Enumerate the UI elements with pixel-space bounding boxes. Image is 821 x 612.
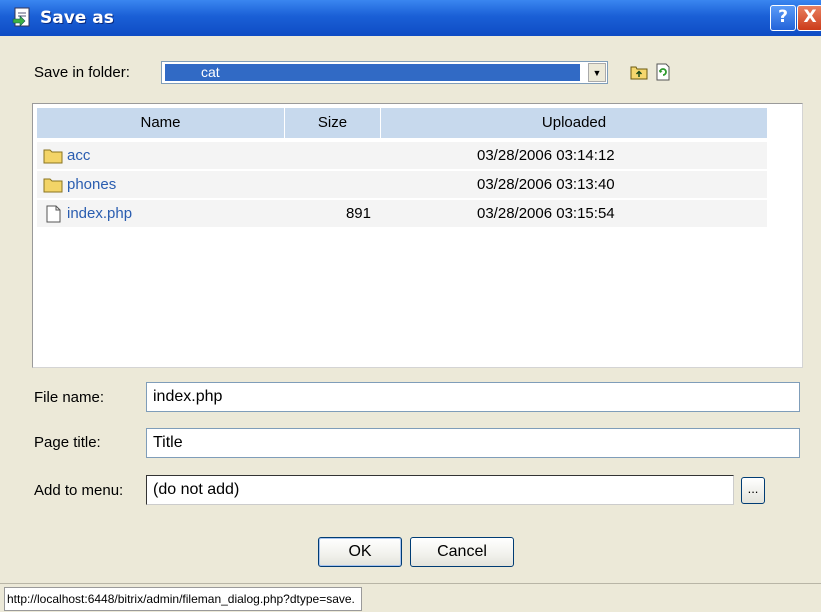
folder-icon bbox=[43, 178, 63, 193]
table-row[interactable]: acc 03/28/2006 03:14:12 bbox=[37, 142, 767, 170]
column-header-uploaded[interactable]: Uploaded bbox=[381, 108, 767, 138]
table-row[interactable]: index.php 891 03/28/2006 03:15:54 bbox=[37, 200, 767, 228]
chevron-down-icon[interactable]: ▼ bbox=[588, 63, 606, 82]
file-icon bbox=[46, 205, 61, 223]
list-header: Name Size Uploaded bbox=[37, 108, 767, 138]
cancel-button[interactable]: Cancel bbox=[410, 537, 514, 567]
file-size-cell bbox=[297, 171, 407, 199]
folder-up-icon[interactable] bbox=[630, 63, 648, 81]
table-row[interactable]: phones 03/28/2006 03:13:40 bbox=[37, 171, 767, 199]
close-button[interactable]: X bbox=[797, 5, 821, 31]
column-header-size[interactable]: Size bbox=[285, 108, 381, 138]
save-in-folder-label: Save in folder: bbox=[34, 64, 130, 81]
file-name-input[interactable]: index.php bbox=[146, 382, 800, 412]
add-to-menu-label: Add to menu: bbox=[34, 482, 124, 499]
file-name-cell[interactable]: index.php bbox=[67, 200, 132, 228]
page-title-label: Page title: bbox=[34, 434, 101, 451]
page-title-input[interactable]: Title bbox=[146, 428, 800, 458]
document-save-icon bbox=[12, 7, 30, 27]
column-header-name[interactable]: Name bbox=[37, 108, 285, 138]
ok-button[interactable]: OK bbox=[318, 537, 402, 567]
file-uploaded-cell: 03/28/2006 03:14:12 bbox=[477, 147, 615, 164]
status-url: http://localhost:6448/bitrix/admin/filem… bbox=[4, 587, 362, 611]
help-button[interactable]: ? bbox=[770, 5, 796, 31]
file-uploaded-cell: 03/28/2006 03:15:54 bbox=[477, 205, 615, 222]
file-uploaded-cell: 03/28/2006 03:13:40 bbox=[477, 176, 615, 193]
file-name-cell[interactable]: acc bbox=[67, 142, 90, 170]
save-as-dialog: Save as ? X Save in folder: cat ▼ Name S… bbox=[0, 0, 821, 612]
browse-menu-button[interactable]: ... bbox=[741, 477, 765, 504]
refresh-icon[interactable] bbox=[654, 63, 672, 81]
folder-select[interactable]: cat ▼ bbox=[161, 61, 608, 84]
add-to-menu-input[interactable]: (do not add) bbox=[146, 475, 734, 505]
dialog-title: Save as bbox=[40, 8, 114, 28]
folder-icon bbox=[43, 149, 63, 164]
file-list[interactable]: Name Size Uploaded acc 03/28/2006 03:14:… bbox=[32, 103, 803, 368]
file-name-label: File name: bbox=[34, 389, 105, 406]
file-name-cell[interactable]: phones bbox=[67, 171, 116, 199]
file-size-cell bbox=[297, 142, 407, 170]
selected-folder-value: cat bbox=[165, 64, 580, 81]
title-bar[interactable]: Save as ? X bbox=[0, 0, 821, 36]
file-size-cell: 891 bbox=[345, 205, 371, 222]
status-bar: http://localhost:6448/bitrix/admin/filem… bbox=[0, 583, 821, 612]
